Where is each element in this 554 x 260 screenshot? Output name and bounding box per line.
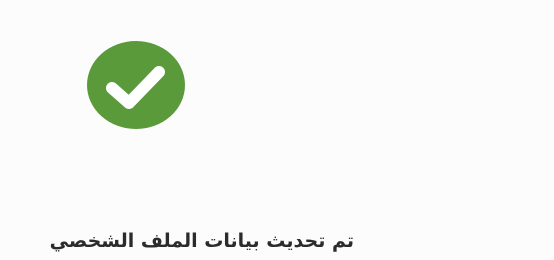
success-message: تم تحديث بيانات الملف الشخصي [49, 230, 354, 252]
check-circle-icon [87, 41, 185, 129]
success-dialog: تم تحديث بيانات الملف الشخصي [0, 0, 554, 260]
